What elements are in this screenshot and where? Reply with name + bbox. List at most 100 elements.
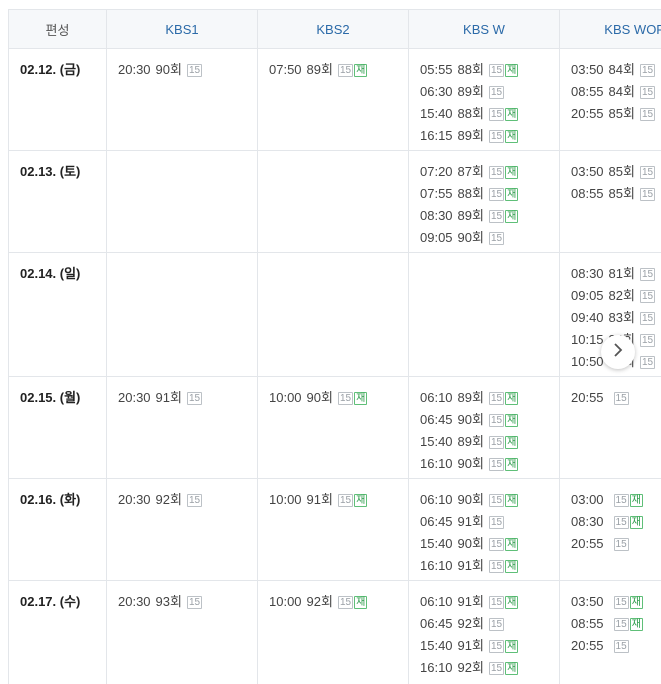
program-entry[interactable]: 06:1090회15재 bbox=[420, 489, 559, 511]
channel-header-kbs2[interactable]: KBS2 bbox=[258, 10, 409, 49]
program-time: 10:00 bbox=[269, 390, 302, 406]
program-entry[interactable]: 15:4090회15재 bbox=[420, 533, 559, 555]
program-entry[interactable]: 08:5584회15 bbox=[571, 81, 661, 103]
program-time: 08:55 bbox=[571, 84, 604, 100]
program-entry[interactable]: 07:5588회15재 bbox=[420, 183, 559, 205]
program-time: 03:00 bbox=[571, 492, 604, 508]
program-entry[interactable]: 08:3081회15 bbox=[571, 263, 661, 285]
program-entry[interactable]: 06:1089회15재 bbox=[420, 387, 559, 409]
program-entry[interactable]: 20:5515 bbox=[571, 635, 661, 657]
program-entry[interactable]: 03:5084회15 bbox=[571, 59, 661, 81]
program-entry[interactable]: 20:3090회15 bbox=[118, 59, 257, 81]
program-episode: 85회 bbox=[609, 186, 635, 202]
age-rating-badge: 15 bbox=[489, 86, 504, 99]
program-time: 20:55 bbox=[571, 390, 604, 406]
program-time: 05:55 bbox=[420, 62, 453, 78]
program-episode: 92회 bbox=[458, 616, 484, 632]
program-entry[interactable]: 16:1090회15재 bbox=[420, 453, 559, 475]
program-entry[interactable]: 16:1092회15재 bbox=[420, 657, 559, 679]
channel-header-kbs1[interactable]: KBS1 bbox=[107, 10, 258, 49]
program-entry[interactable]: 20:5515 bbox=[571, 533, 661, 555]
schedule-table: 편성 KBS1 KBS2 KBS W KBS WOR 02.12. (금)20:… bbox=[9, 10, 661, 684]
table-row: 02.12. (금)20:3090회1507:5089회15재05:5588회1… bbox=[9, 49, 661, 151]
program-time: 06:45 bbox=[420, 514, 453, 530]
program-time: 20:30 bbox=[118, 62, 151, 78]
program-entry[interactable]: 20:3092회15 bbox=[118, 489, 257, 511]
program-episode: 89회 bbox=[458, 390, 484, 406]
program-entry[interactable]: 08:3015재 bbox=[571, 511, 661, 533]
rerun-badge: 재 bbox=[505, 560, 518, 573]
rerun-badge: 재 bbox=[505, 108, 518, 121]
age-rating-badge: 15 bbox=[489, 188, 504, 201]
rerun-badge: 재 bbox=[505, 166, 518, 179]
program-episode: 89회 bbox=[458, 84, 484, 100]
age-rating-badge: 15 bbox=[187, 494, 202, 507]
program-episode: 89회 bbox=[458, 434, 484, 450]
age-rating-badge: 15 bbox=[489, 392, 504, 405]
age-rating-badge: 15 bbox=[489, 166, 504, 179]
age-rating-badge: 15 bbox=[489, 494, 504, 507]
program-entry[interactable]: 03:5015재 bbox=[571, 591, 661, 613]
program-entry[interactable]: 15:4091회15재 bbox=[420, 635, 559, 657]
program-entry[interactable]: 15:4088회15재 bbox=[420, 103, 559, 125]
rerun-badge: 재 bbox=[354, 64, 367, 77]
program-entry[interactable]: 09:0582회15 bbox=[571, 285, 661, 307]
program-entry[interactable]: 07:2087회15재 bbox=[420, 161, 559, 183]
program-entry[interactable]: 06:4591회15 bbox=[420, 511, 559, 533]
rerun-badge: 재 bbox=[505, 210, 518, 223]
program-entry[interactable]: 08:3089회15재 bbox=[420, 205, 559, 227]
program-entry[interactable]: 03:0015재 bbox=[571, 489, 661, 511]
program-entry[interactable]: 09:4083회15 bbox=[571, 307, 661, 329]
program-time: 08:30 bbox=[420, 208, 453, 224]
program-time: 15:40 bbox=[420, 638, 453, 654]
program-time: 10:50 bbox=[571, 354, 604, 370]
date-cell: 02.13. (토) bbox=[9, 151, 107, 253]
program-entry[interactable]: 16:1091회15재 bbox=[420, 555, 559, 577]
program-episode: 91회 bbox=[458, 558, 484, 574]
program-cell: 07:2087회15재07:5588회15재08:3089회15재09:0590… bbox=[409, 151, 560, 253]
schedule-body: 02.12. (금)20:3090회1507:5089회15재05:5588회1… bbox=[9, 49, 661, 684]
program-cell: 20:3091회15 bbox=[107, 377, 258, 479]
program-entry[interactable]: 20:3091회15 bbox=[118, 387, 257, 409]
program-time: 20:55 bbox=[571, 106, 604, 122]
program-entry[interactable]: 05:5588회15재 bbox=[420, 59, 559, 81]
age-rating-badge: 15 bbox=[640, 108, 655, 121]
program-entry[interactable]: 06:4592회15 bbox=[420, 613, 559, 635]
program-cell bbox=[409, 253, 560, 377]
program-entry[interactable]: 06:3089회15 bbox=[420, 81, 559, 103]
program-episode: 90회 bbox=[307, 390, 333, 406]
age-rating-badge: 15 bbox=[640, 64, 655, 77]
program-entry[interactable]: 07:5089회15재 bbox=[269, 59, 408, 81]
age-rating-badge: 15 bbox=[489, 130, 504, 143]
age-rating-badge: 15 bbox=[489, 436, 504, 449]
program-entry[interactable]: 20:3093회15 bbox=[118, 591, 257, 613]
program-entry[interactable]: 03:5085회15 bbox=[571, 161, 661, 183]
scroll-next-button[interactable] bbox=[601, 335, 635, 369]
rerun-badge: 재 bbox=[505, 596, 518, 609]
program-entry[interactable]: 10:0092회15재 bbox=[269, 591, 408, 613]
age-rating-badge: 15 bbox=[640, 356, 655, 369]
program-time: 06:10 bbox=[420, 390, 453, 406]
age-rating-badge: 15 bbox=[489, 662, 504, 675]
program-entry[interactable]: 16:1589회15재 bbox=[420, 125, 559, 147]
program-cell: 06:1091회15재06:4592회1515:4091회15재16:1092회… bbox=[409, 581, 560, 684]
age-rating-badge: 15 bbox=[489, 560, 504, 573]
program-entry[interactable]: 06:4590회15재 bbox=[420, 409, 559, 431]
program-episode: 88회 bbox=[458, 106, 484, 122]
program-entry[interactable]: 10:0091회15재 bbox=[269, 489, 408, 511]
program-entry[interactable]: 08:5585회15 bbox=[571, 183, 661, 205]
program-entry[interactable]: 09:0590회15 bbox=[420, 227, 559, 249]
table-row: 02.16. (화)20:3092회1510:0091회15재06:1090회1… bbox=[9, 479, 661, 581]
program-entry[interactable]: 08:5515재 bbox=[571, 613, 661, 635]
program-entry[interactable]: 20:5515 bbox=[571, 387, 661, 409]
program-cell bbox=[107, 151, 258, 253]
channel-header-kbs-world[interactable]: KBS WOR bbox=[560, 10, 661, 49]
channel-header-kbs-w[interactable]: KBS W bbox=[409, 10, 560, 49]
program-entry[interactable]: 06:1091회15재 bbox=[420, 591, 559, 613]
program-entry[interactable]: 10:0090회15재 bbox=[269, 387, 408, 409]
program-entry[interactable]: 20:5585회15 bbox=[571, 103, 661, 125]
program-entry[interactable]: 15:4089회15재 bbox=[420, 431, 559, 453]
program-time: 09:05 bbox=[420, 230, 453, 246]
program-episode: 92회 bbox=[458, 660, 484, 676]
rerun-badge: 재 bbox=[354, 494, 367, 507]
